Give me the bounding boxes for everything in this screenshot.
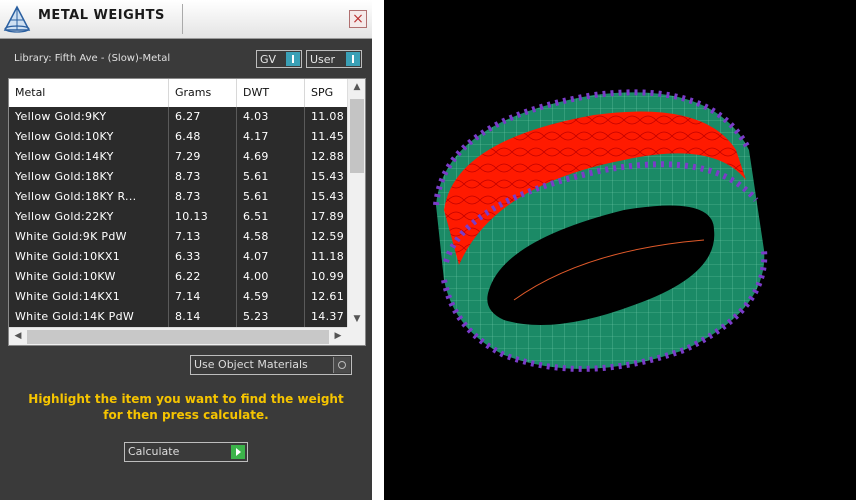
metal-name-cell: White Gold:9K PdW [9,227,169,247]
dwt-cell: 5.23 [237,307,305,327]
grams-cell: 8.14 [169,307,237,327]
spg-cell: 15.43 [305,167,347,187]
table-row[interactable]: Yellow Gold:22KY 10.13 6.51 17.89 [9,207,347,228]
metal-name-cell: Yellow Gold:18KY R... [9,187,169,207]
table-row[interactable]: Yellow Gold:14KY 7.29 4.69 12.88 [9,147,347,168]
grams-cell: 7.29 [169,147,237,167]
table-row[interactable]: Yellow Gold:9KY 6.27 4.03 11.08 [9,107,347,128]
radio-icon [333,357,350,373]
table-row[interactable]: White Gold:10KX1 6.33 4.07 11.18 [9,247,347,268]
3d-viewport[interactable] [384,0,856,500]
dwt-cell: 6.51 [237,207,305,227]
dwt-cell: 4.00 [237,267,305,287]
gv-toggle[interactable]: GV [256,50,302,68]
table-row[interactable]: Yellow Gold:10KY 6.48 4.17 11.45 [9,127,347,148]
dwt-cell: 4.07 [237,247,305,267]
spg-cell: 11.45 [305,127,347,147]
metal-table: Metal Grams DWT SPG Yellow Gold:9KY 6.27 4… [8,78,366,346]
grams-cell: 7.13 [169,227,237,247]
dwt-cell: 4.59 [237,287,305,307]
vertical-scroll-thumb[interactable] [350,99,364,173]
dwt-cell: 5.61 [237,167,305,187]
table-body: Yellow Gold:9KY 6.27 4.03 11.08 Yellow Gold:… [9,107,347,327]
use-object-materials-label: Use Object Materials [194,358,308,371]
metal-name-cell: White Gold:14KX1 [9,287,169,307]
close-button[interactable]: × [349,10,367,28]
grams-cell: 6.48 [169,127,237,147]
grams-cell: 6.22 [169,267,237,287]
scroll-corner [347,327,365,345]
scroll-down-icon[interactable]: ▼ [348,314,365,324]
spg-cell: 12.88 [305,147,347,167]
toggle-switch-icon [346,52,360,66]
table-header: Metal Grams DWT SPG [9,79,365,108]
library-label: Library: Fifth Ave - (Slow)-Metal [14,53,171,64]
calculate-label: Calculate [128,445,180,458]
table-row[interactable]: White Gold:10KW 6.22 4.00 10.99 [9,267,347,288]
instruction-text: Highlight the item you want to find the … [28,392,344,422]
table-row[interactable]: White Gold:14K PdW 8.14 5.23 14.37 [9,307,347,327]
grams-cell: 6.33 [169,247,237,267]
metal-name-cell: White Gold:14K PdW [9,307,169,327]
column-header-grams[interactable]: Grams [169,79,237,107]
panel-divider [372,0,384,500]
spg-cell: 14.37 [305,307,347,327]
table-row[interactable]: Yellow Gold:18KY 8.73 5.61 15.43 [9,167,347,188]
metal-name-cell: Yellow Gold:10KY [9,127,169,147]
horizontal-scroll-thumb[interactable] [27,330,329,344]
scroll-up-icon[interactable]: ▲ [348,82,365,92]
spg-cell: 11.18 [305,247,347,267]
dwt-cell: 5.61 [237,187,305,207]
horizontal-scrollbar[interactable]: ◀ ▶ [9,327,347,345]
title-bar: METAL WEIGHTS × [0,0,372,39]
spg-cell: 15.43 [305,187,347,207]
gv-toggle-label: GV [260,53,277,66]
metal-name-cell: Yellow Gold:9KY [9,107,169,127]
spg-cell: 10.99 [305,267,347,287]
metal-name-cell: Yellow Gold:14KY [9,147,169,167]
dwt-cell: 4.58 [237,227,305,247]
pyramid-weights-icon [2,4,32,34]
grams-cell: 8.73 [169,167,237,187]
calculate-button[interactable]: Calculate [124,442,248,462]
table-row[interactable]: Yellow Gold:18KY R... 8.73 5.61 15.43 [9,187,347,208]
grams-cell: 10.13 [169,207,237,227]
scroll-right-icon[interactable]: ▶ [329,331,347,341]
vertical-scrollbar[interactable]: ▲ ▼ [347,79,365,327]
title-divider [182,4,183,34]
dwt-cell: 4.17 [237,127,305,147]
metal-weights-panel: METAL WEIGHTS × Library: Fifth Ave - (Sl… [0,0,372,500]
user-toggle[interactable]: User [306,50,362,68]
dwt-cell: 4.03 [237,107,305,127]
metal-name-cell: Yellow Gold:18KY [9,167,169,187]
column-header-dwt[interactable]: DWT [237,79,305,107]
metal-name-cell: White Gold:10KX1 [9,247,169,267]
close-icon: × [352,11,364,27]
grams-cell: 6.27 [169,107,237,127]
metal-name-cell: Yellow Gold:22KY [9,207,169,227]
scroll-left-icon[interactable]: ◀ [9,331,27,341]
toggle-switch-icon [286,52,300,66]
spg-cell: 11.08 [305,107,347,127]
spg-cell: 17.89 [305,207,347,227]
window-title: METAL WEIGHTS [38,8,165,23]
ring-model [433,89,768,372]
table-row[interactable]: White Gold:14KX1 7.14 4.59 12.61 [9,287,347,308]
grams-cell: 7.14 [169,287,237,307]
play-arrow-icon [231,445,245,459]
metal-name-cell: White Gold:10KW [9,267,169,287]
use-object-materials-button[interactable]: Use Object Materials [190,355,352,375]
dwt-cell: 4.69 [237,147,305,167]
spg-cell: 12.59 [305,227,347,247]
table-row[interactable]: White Gold:9K PdW 7.13 4.58 12.59 [9,227,347,248]
column-header-metal[interactable]: Metal [9,79,169,107]
spg-cell: 12.61 [305,287,347,307]
grams-cell: 8.73 [169,187,237,207]
user-toggle-label: User [310,53,336,66]
